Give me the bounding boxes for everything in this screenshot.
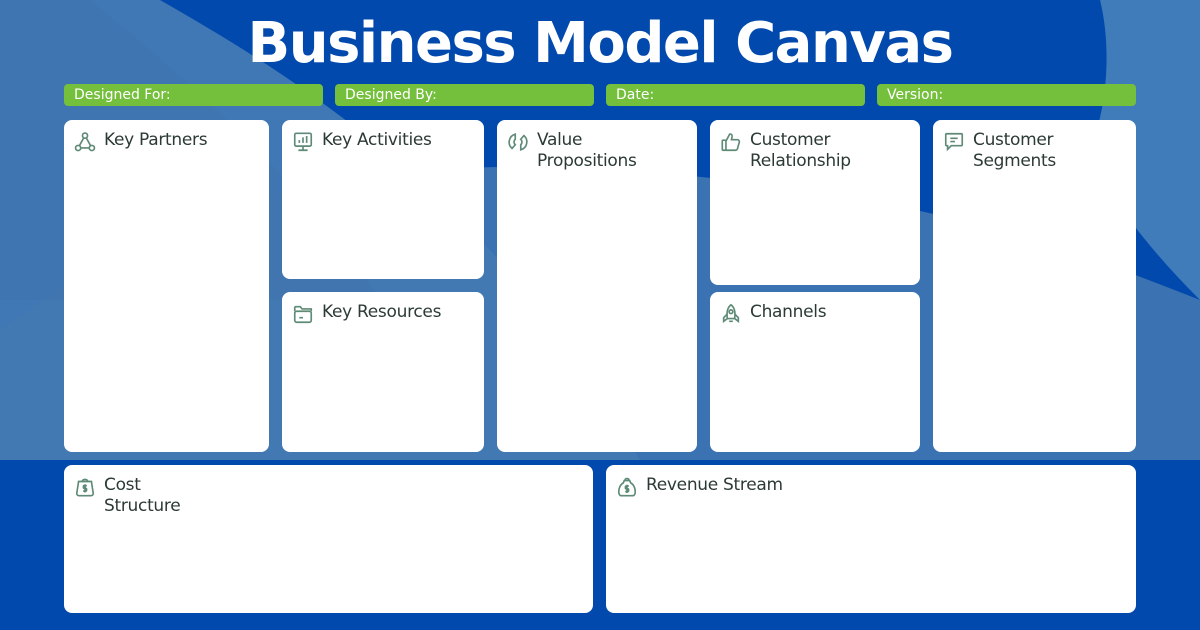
key-resources-title: Key Resources	[322, 302, 442, 322]
key-activities-content[interactable]	[282, 180, 484, 279]
revenue-stream-title: Revenue Stream	[646, 475, 783, 495]
key-partners-title: Key Partners	[104, 130, 208, 150]
channels-title: Channels	[750, 302, 827, 322]
cost-structure-block[interactable]: Cost Structure	[64, 465, 593, 613]
chat-icon	[943, 131, 965, 153]
date-label: Date:	[616, 87, 655, 103]
thumbs-up-icon	[720, 131, 742, 153]
customer-segments-title: Customer Segments	[973, 130, 1056, 171]
designed-by-label: Designed By:	[345, 87, 437, 103]
money-bag-icon	[74, 476, 96, 498]
rocket-icon	[720, 303, 742, 325]
channels-block[interactable]: Channels	[710, 292, 920, 452]
designed-for-label: Designed For:	[74, 87, 171, 103]
cycle-icon	[507, 131, 529, 153]
network-icon	[74, 131, 96, 153]
key-resources-content[interactable]	[282, 352, 484, 452]
customer-relationship-content[interactable]	[710, 180, 920, 285]
value-propositions-block[interactable]: Value Propositions	[497, 120, 697, 452]
customer-relationship-title: Customer Relationship	[750, 130, 851, 171]
customer-segments-block[interactable]: Customer Segments	[933, 120, 1136, 452]
value-propositions-title: Value Propositions	[537, 130, 637, 171]
designed-for-field[interactable]: Designed For:	[64, 84, 323, 106]
key-activities-block[interactable]: Key Activities	[282, 120, 484, 279]
channels-content[interactable]	[710, 352, 920, 452]
cost-structure-title: Cost Structure	[104, 475, 181, 516]
key-partners-block[interactable]: Key Partners	[64, 120, 269, 452]
revenue-stream-block[interactable]: Revenue Stream	[606, 465, 1136, 613]
key-partners-content[interactable]	[64, 180, 269, 452]
folder-icon	[292, 303, 314, 325]
cost-structure-content[interactable]	[64, 525, 593, 613]
customer-relationship-block[interactable]: Customer Relationship	[710, 120, 920, 285]
value-propositions-content[interactable]	[497, 180, 697, 452]
money-bag-icon	[616, 476, 638, 498]
version-label: Version:	[887, 87, 944, 103]
page-title: Business Model Canvas	[247, 11, 954, 76]
revenue-stream-content[interactable]	[606, 525, 1136, 613]
designed-by-field[interactable]: Designed By:	[335, 84, 594, 106]
version-field[interactable]: Version:	[877, 84, 1136, 106]
customer-segments-content[interactable]	[933, 180, 1136, 452]
key-resources-block[interactable]: Key Resources	[282, 292, 484, 452]
date-field[interactable]: Date:	[606, 84, 865, 106]
presentation-chart-icon	[292, 131, 314, 153]
key-activities-title: Key Activities	[322, 130, 432, 150]
